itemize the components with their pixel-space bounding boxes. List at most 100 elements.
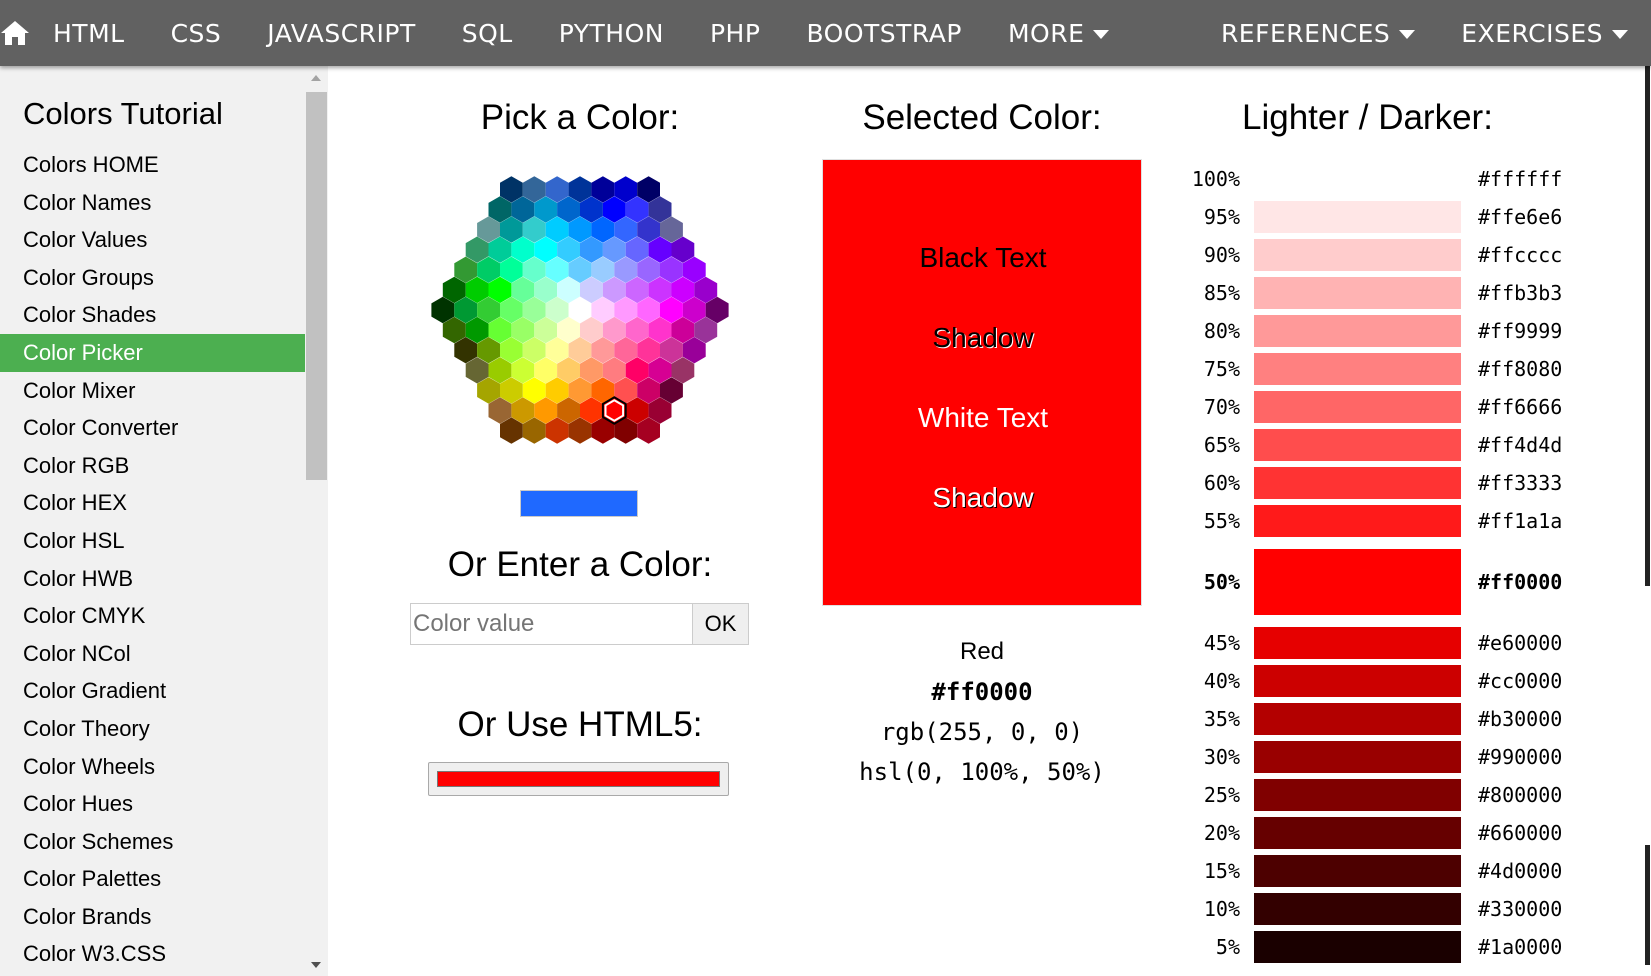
sidebar-scrollbar-thumb[interactable] [306,92,327,480]
nav-bootstrap[interactable]: BOOTSTRAP [783,0,985,66]
shade-swatch[interactable] [1254,931,1461,963]
ok-button[interactable]: OK [692,603,749,645]
sidebar-item[interactable]: Color W3.CSS [0,935,305,973]
shade-swatch[interactable] [1254,741,1461,773]
nav-sql[interactable]: SQL [439,0,536,66]
caret-down-icon [1093,29,1110,39]
sidebar-title: Colors Tutorial [23,96,223,131]
nav-python[interactable]: PYTHON [536,0,687,66]
shade-row[interactable]: 95% #ffe6e6 [1160,201,1580,233]
shade-row[interactable]: 100% #ffffff [1160,163,1580,195]
shade-swatch[interactable] [1254,627,1461,659]
shade-swatch[interactable] [1254,779,1461,811]
shade-row[interactable]: 5% #1a0000 [1160,931,1580,963]
shade-percent: 50% [1203,570,1240,594]
home-button[interactable] [0,0,30,66]
shade-row[interactable]: 15% #4d0000 [1160,855,1580,887]
shade-swatch[interactable] [1254,277,1461,309]
shade-row[interactable]: 20% #660000 [1160,817,1580,849]
shade-hex: #ff0000 [1478,570,1563,594]
shade-percent: 25% [1203,783,1240,807]
color-hexagon-map[interactable] [398,155,762,465]
sidebar-item[interactable]: Color Wheels [0,748,305,786]
nav-html[interactable]: HTML [30,0,148,66]
sidebar-item[interactable]: Color HSL [0,522,305,560]
shade-swatch[interactable] [1254,505,1461,537]
shade-row[interactable]: 80% #ff9999 [1160,315,1580,347]
shade-swatch[interactable] [1254,315,1461,347]
shade-row[interactable]: 40% #cc0000 [1160,665,1580,697]
shade-row[interactable]: 75% #ff8080 [1160,353,1580,385]
nav-more[interactable]: MORE [985,0,1132,66]
shade-percent: 85% [1203,281,1240,305]
shade-row[interactable]: 55% #ff1a1a [1160,505,1580,537]
sidebar-item[interactable]: Colors HOME [0,146,305,184]
page-scrollbar-thumb[interactable] [1645,66,1650,586]
shade-swatch[interactable] [1254,855,1461,887]
shade-percent: 15% [1203,859,1240,883]
shade-swatch[interactable] [1254,665,1461,697]
sidebar-item[interactable]: Color Palettes [0,860,305,898]
shade-row[interactable]: 60% #ff3333 [1160,467,1580,499]
nav-javascript[interactable]: JAVASCRIPT [244,0,438,66]
html5-color-input[interactable] [428,762,729,796]
black-text-sample: Black Text [919,242,1047,273]
shade-swatch[interactable] [1254,549,1461,615]
shade-swatch[interactable] [1254,703,1461,735]
color-value-input[interactable] [410,603,693,645]
selected-color-box: Black Text Shadow White Text Shadow [822,159,1142,606]
sidebar-item[interactable]: Color Shades [0,296,305,334]
shade-row[interactable]: 90% #ffcccc [1160,239,1580,271]
sidebar-item[interactable]: Color Groups [0,259,305,297]
shade-percent: 5% [1215,935,1240,959]
sidebar-item[interactable]: Color NCol [0,635,305,673]
sidebar-item[interactable]: Color Converter [0,409,305,447]
shade-swatch[interactable] [1254,239,1461,271]
nav-exercises[interactable]: EXERCISES [1438,0,1651,66]
scroll-down-arrow-icon[interactable] [311,962,321,968]
shade-hex: #e60000 [1478,631,1563,655]
shade-swatch[interactable] [1254,817,1461,849]
shade-swatch[interactable] [1254,391,1461,423]
html5-title: Or Use HTML5: [457,705,703,744]
sidebar-item[interactable]: Color Values [0,221,305,259]
sidebar-item[interactable]: Color HEX [0,484,305,522]
scroll-up-arrow-icon[interactable] [311,75,321,81]
nav-references[interactable]: REFERENCES [1198,0,1438,66]
sidebar-item[interactable]: Color Brands [0,898,305,936]
sidebar-item[interactable]: Color Names [0,184,305,222]
shade-row[interactable]: 65% #ff4d4d [1160,429,1580,461]
shade-swatch[interactable] [1254,201,1461,233]
sidebar-item[interactable]: Color RGB [0,447,305,485]
shade-row[interactable]: 25% #800000 [1160,779,1580,811]
nav-php[interactable]: PHP [687,0,783,66]
selected-color-hex: #ff0000 [931,678,1033,706]
sidebar-item[interactable]: Color Hues [0,785,305,823]
sidebar-item[interactable]: Color Mixer [0,372,305,410]
shade-row[interactable]: 10% #330000 [1160,893,1580,925]
shade-swatch[interactable] [1254,893,1461,925]
black-shadow-sample: Shadow [932,322,1034,353]
sidebar-item[interactable]: Color Picker [0,333,305,372]
shade-row[interactable]: 30% #990000 [1160,741,1580,773]
shade-swatch[interactable] [1254,429,1461,461]
shade-row[interactable]: 45% #e60000 [1160,627,1580,659]
shade-swatch[interactable] [1254,163,1461,195]
shade-swatch[interactable] [1254,467,1461,499]
sidebar-item[interactable]: Color HWB [0,560,305,598]
sidebar-item[interactable]: Color Schemes [0,823,305,861]
sidebar-item[interactable]: Color Gradient [0,672,305,710]
lighter-darker-title: Lighter / Darker: [1242,98,1493,137]
shade-hex: #4d0000 [1478,859,1563,883]
shade-row[interactable]: 50% #ff0000 [1160,549,1580,615]
sidebar-item[interactable]: Color Theory [0,710,305,748]
shade-row[interactable]: 35% #b30000 [1160,703,1580,735]
shade-row[interactable]: 85% #ffb3b3 [1160,277,1580,309]
selected-color-rgb: rgb(255, 0, 0) [880,718,1084,746]
shade-row[interactable]: 70% #ff6666 [1160,391,1580,423]
sidebar-item[interactable]: Color CMYK [0,597,305,635]
nav-css[interactable]: CSS [148,0,245,66]
shade-swatch[interactable] [1254,353,1461,385]
shade-hex: #ffffff [1478,167,1563,191]
shade-percent: 65% [1203,433,1240,457]
